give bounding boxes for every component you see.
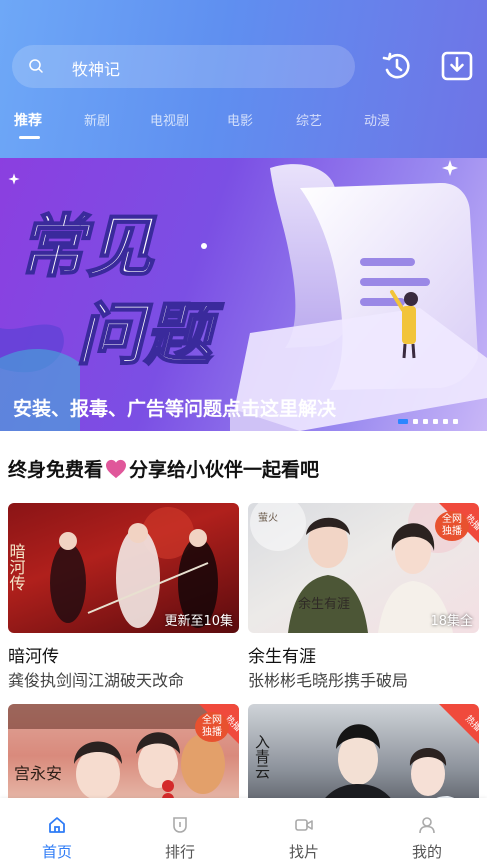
category-tabs: 推荐 新剧 电视剧 电影 综艺 动漫 [0,110,487,144]
history-icon[interactable] [380,49,414,83]
episode-tag: 18集全 [430,614,473,629]
banner-illustration: 常见 问题 [0,160,487,431]
nav-profile[interactable]: 我的 [387,798,467,865]
tab-tv-series[interactable]: 电视剧 [150,110,189,129]
nav-home[interactable]: 首页 [17,798,97,865]
exclusive-stamp: 全网 独播 [435,511,469,541]
home-icon [49,817,65,833]
episode-tag: 更新至10集 [164,614,233,629]
faq-banner[interactable]: 常见 问题 安装、报毒、广告等问题点击这里解决 [0,158,487,431]
banner-dot[interactable] [453,419,458,424]
tab-anime[interactable]: 动漫 [364,110,390,129]
hot-badge: 热播 [439,704,479,744]
poster-title: 宫永安 [14,764,62,783]
nav-ranking-label: 排行 [164,843,195,861]
video-icon [295,819,313,831]
video-card[interactable]: 萤火 余生有涯 热播 全网 独播 18集全 余生有涯 张彬彬毛晓彤携手破局 [248,503,479,693]
banner-dot[interactable] [443,419,448,424]
video-title[interactable]: 暗河传 [8,642,59,667]
video-card[interactable]: 暗河传 更新至10集 暗河传 龚俊执剑闯江湖破天改命 [8,503,239,693]
video-thumbnail[interactable]: 萤火 余生有涯 热播 全网 独播 18集全 [248,503,479,633]
video-card[interactable]: 入青云 热播 [248,704,479,834]
poster-title: 暗河传 [8,543,26,591]
tab-recommend[interactable]: 推荐 [14,110,42,130]
nav-profile-label: 我的 [411,843,442,861]
banner-dot[interactable] [433,419,438,424]
video-title[interactable]: 余生有涯 [248,642,316,667]
video-subtitle: 龚俊执剑闯江湖破天改命 [8,671,185,690]
tab-new-drama[interactable]: 新剧 [84,110,110,129]
tab-variety[interactable]: 综艺 [296,110,322,129]
header: 牧神记 推荐 新剧 电视剧 电影 综艺 动漫 [0,0,487,158]
exclusive-stamp: 全网 独播 [195,712,229,742]
section-title-left: 终身免费看 [8,459,104,481]
video-card[interactable]: 宫永安 热播 全网 独播 [8,704,239,834]
banner-caption: 安装、报毒、广告等问题点击这里解决 [13,398,337,420]
nav-discover-label: 找片 [288,843,319,861]
svg-text:萤火: 萤火 [258,512,278,524]
search-bar[interactable]: 牧神记 [12,45,355,88]
poster-title: 余生有涯 [298,596,350,612]
download-icon[interactable] [440,49,474,83]
section-title: 终身免费看 分享给小伙伴一起看吧 [8,455,319,482]
poster-title: 入青云 [253,734,271,779]
nav-home-label: 首页 [41,843,72,861]
banner-headline-1: 常见 [18,208,157,287]
banner-dot[interactable] [423,419,428,424]
video-thumbnail[interactable]: 暗河传 更新至10集 [8,503,239,633]
tab-movies[interactable]: 电影 [227,110,253,129]
nav-discover[interactable]: 找片 [264,798,344,865]
tab-indicator [19,136,40,139]
section-title-right: 分享给小伙伴一起看吧 [129,459,320,481]
heart-icon [106,459,127,478]
ranking-icon [173,817,187,833]
bottom-navigation: 首页 排行 找片 我的 [0,798,487,865]
banner-pagination [398,419,458,424]
banner-dot-active[interactable] [398,419,408,424]
search-input[interactable]: 牧神记 [72,56,120,80]
search-icon [29,59,43,73]
video-subtitle: 张彬彬毛晓彤携手破局 [248,671,409,690]
user-icon [419,817,435,834]
nav-ranking[interactable]: 排行 [140,798,220,865]
banner-headline-2: 问题 [76,296,224,375]
banner-dot[interactable] [413,419,418,424]
